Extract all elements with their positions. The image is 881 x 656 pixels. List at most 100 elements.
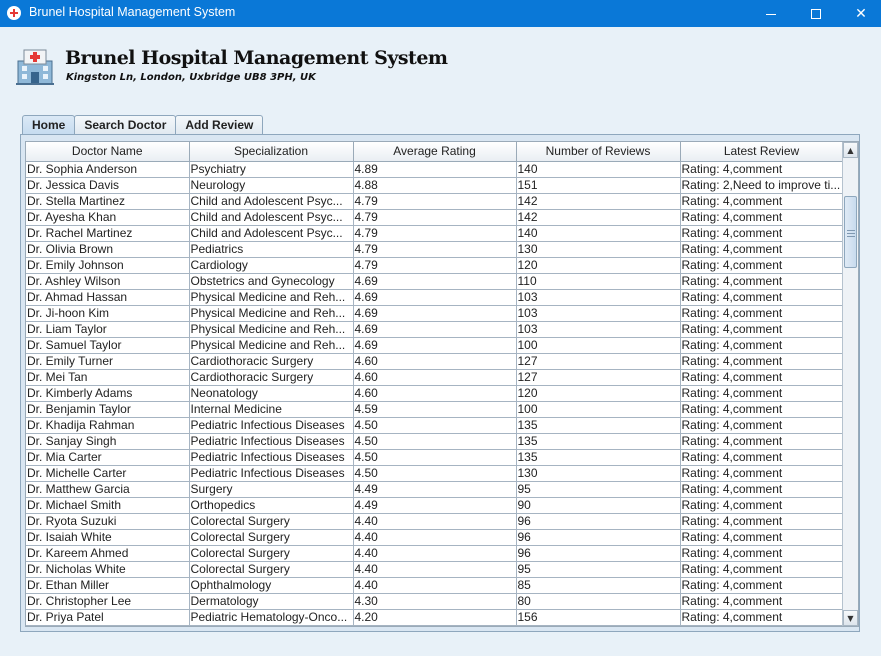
doctor-name-cell[interactable]: Dr. Olivia Brown bbox=[26, 241, 190, 258]
average-rating-cell[interactable]: 4.40 bbox=[353, 577, 517, 594]
doctor-name-cell[interactable]: Dr. Rachel Martinez bbox=[26, 225, 190, 242]
table-row[interactable]: Dr. Emily Johnson Cardiology 4.79 120 Rating… bbox=[26, 257, 844, 274]
table-row[interactable]: Dr. Michael Smith Orthopedics 4.49 90 Rating… bbox=[26, 497, 844, 514]
doctor-name-cell[interactable]: Dr. Nicholas White bbox=[26, 561, 190, 578]
specialization-cell[interactable]: Ophthalmology bbox=[189, 577, 354, 594]
table-row[interactable]: Dr. Jessica Davis Neurology 4.88 151 Rating:… bbox=[26, 177, 844, 194]
specialization-cell[interactable]: Child and Adolescent Psyc... bbox=[189, 225, 354, 242]
doctor-name-cell[interactable]: Dr. Ahmad Hassan bbox=[26, 289, 190, 306]
table-row[interactable]: Dr. Priya Patel Pediatric Hematology-Onco… bbox=[26, 609, 844, 626]
maximize-button[interactable] bbox=[793, 0, 839, 27]
table-row[interactable]: Dr. Sophia Anderson Psychiatry 4.89 140 Rati… bbox=[26, 161, 844, 178]
latest-review-cell[interactable]: Rating: 4,comment bbox=[680, 433, 844, 450]
review-count-cell[interactable]: 120 bbox=[516, 257, 681, 274]
review-count-cell[interactable]: 100 bbox=[516, 337, 681, 354]
specialization-cell[interactable]: Colorectal Surgery bbox=[189, 513, 354, 530]
review-count-cell[interactable]: 103 bbox=[516, 305, 681, 322]
column-header-average-rating[interactable]: Average Rating bbox=[353, 142, 517, 162]
doctor-name-cell[interactable]: Dr. Ethan Miller bbox=[26, 577, 190, 594]
review-count-cell[interactable]: 127 bbox=[516, 353, 681, 370]
minimize-button[interactable] bbox=[748, 0, 794, 27]
latest-review-cell[interactable]: Rating: 4,comment bbox=[680, 417, 844, 434]
specialization-cell[interactable]: Physical Medicine and Reh... bbox=[189, 289, 354, 306]
average-rating-cell[interactable]: 4.49 bbox=[353, 497, 517, 514]
doctor-name-cell[interactable]: Dr. Ayesha Khan bbox=[26, 209, 190, 226]
latest-review-cell[interactable]: Rating: 4,comment bbox=[680, 193, 844, 210]
specialization-cell[interactable]: Colorectal Surgery bbox=[189, 561, 354, 578]
doctor-name-cell[interactable]: Dr. Michelle Carter bbox=[26, 465, 190, 482]
average-rating-cell[interactable]: 4.60 bbox=[353, 369, 517, 386]
table-row[interactable]: Dr. Ashley Wilson Obstetrics and Gynecolo… bbox=[26, 273, 844, 290]
column-header-doctor-name[interactable]: Doctor Name bbox=[26, 142, 190, 162]
latest-review-cell[interactable]: Rating: 4,comment bbox=[680, 465, 844, 482]
average-rating-cell[interactable]: 4.89 bbox=[353, 161, 517, 178]
latest-review-cell[interactable]: Rating: 4,comment bbox=[680, 289, 844, 306]
review-count-cell[interactable]: 80 bbox=[516, 593, 681, 610]
latest-review-cell[interactable]: Rating: 4,comment bbox=[680, 369, 844, 386]
table-row[interactable]: Dr. Kareem Ahmed Colorectal Surgery 4.40 96… bbox=[26, 545, 844, 562]
latest-review-cell[interactable]: Rating: 4,comment bbox=[680, 273, 844, 290]
doctors-table-scroll-pane[interactable]: Doctor Name Specialization Average Ratin… bbox=[25, 141, 859, 627]
latest-review-cell[interactable]: Rating: 4,comment bbox=[680, 529, 844, 546]
specialization-cell[interactable]: Pediatric Infectious Diseases bbox=[189, 465, 354, 482]
average-rating-cell[interactable]: 4.50 bbox=[353, 433, 517, 450]
column-header-specialization[interactable]: Specialization bbox=[189, 142, 354, 162]
doctor-name-cell[interactable]: Dr. Emily Johnson bbox=[26, 257, 190, 274]
average-rating-cell[interactable]: 4.20 bbox=[353, 609, 517, 626]
review-count-cell[interactable]: 130 bbox=[516, 465, 681, 482]
review-count-cell[interactable]: 103 bbox=[516, 321, 681, 338]
review-count-cell[interactable]: 96 bbox=[516, 529, 681, 546]
specialization-cell[interactable]: Cardiothoracic Surgery bbox=[189, 353, 354, 370]
doctor-name-cell[interactable]: Dr. Ashley Wilson bbox=[26, 273, 190, 290]
specialization-cell[interactable]: Cardiology bbox=[189, 257, 354, 274]
doctor-name-cell[interactable]: Dr. Emily Turner bbox=[26, 353, 190, 370]
title-bar[interactable]: Brunel Hospital Management System ✕ bbox=[0, 0, 881, 27]
average-rating-cell[interactable]: 4.50 bbox=[353, 449, 517, 466]
latest-review-cell[interactable]: Rating: 4,comment bbox=[680, 385, 844, 402]
latest-review-cell[interactable]: Rating: 4,comment bbox=[680, 209, 844, 226]
doctor-name-cell[interactable]: Dr. Ji-hoon Kim bbox=[26, 305, 190, 322]
latest-review-cell[interactable]: Rating: 4,comment bbox=[680, 561, 844, 578]
doctor-name-cell[interactable]: Dr. Mei Tan bbox=[26, 369, 190, 386]
review-count-cell[interactable]: 142 bbox=[516, 209, 681, 226]
table-row[interactable]: Dr. Michelle Carter Pediatric Infectious … bbox=[26, 465, 844, 482]
review-count-cell[interactable]: 135 bbox=[516, 417, 681, 434]
average-rating-cell[interactable]: 4.79 bbox=[353, 193, 517, 210]
table-row[interactable]: Dr. Ayesha Khan Child and Adolescent Psyc… bbox=[26, 209, 844, 226]
review-count-cell[interactable]: 127 bbox=[516, 369, 681, 386]
average-rating-cell[interactable]: 4.69 bbox=[353, 305, 517, 322]
average-rating-cell[interactable]: 4.79 bbox=[353, 225, 517, 242]
average-rating-cell[interactable]: 4.40 bbox=[353, 513, 517, 530]
latest-review-cell[interactable]: Rating: 4,comment bbox=[680, 481, 844, 498]
average-rating-cell[interactable]: 4.59 bbox=[353, 401, 517, 418]
table-row[interactable]: Dr. Ji-hoon Kim Physical Medicine and Reh… bbox=[26, 305, 844, 322]
table-row[interactable]: Dr. Rachel Martinez Child and Adolescent … bbox=[26, 225, 844, 242]
doctor-name-cell[interactable]: Dr. Kimberly Adams bbox=[26, 385, 190, 402]
table-row[interactable]: Dr. Khadija Rahman Pediatric Infectious D… bbox=[26, 417, 844, 434]
average-rating-cell[interactable]: 4.88 bbox=[353, 177, 517, 194]
table-row[interactable]: Dr. Stella Martinez Child and Adolescent … bbox=[26, 193, 844, 210]
scroll-down-button[interactable]: ▼ bbox=[843, 610, 858, 626]
specialization-cell[interactable]: Pediatric Infectious Diseases bbox=[189, 449, 354, 466]
specialization-cell[interactable]: Physical Medicine and Reh... bbox=[189, 337, 354, 354]
review-count-cell[interactable]: 151 bbox=[516, 177, 681, 194]
tab-search-doctor[interactable]: Search Doctor bbox=[74, 115, 177, 135]
specialization-cell[interactable]: Psychiatry bbox=[189, 161, 354, 178]
specialization-cell[interactable]: Child and Adolescent Psyc... bbox=[189, 209, 354, 226]
doctor-name-cell[interactable]: Dr. Kareem Ahmed bbox=[26, 545, 190, 562]
specialization-cell[interactable]: Physical Medicine and Reh... bbox=[189, 321, 354, 338]
latest-review-cell[interactable]: Rating: 4,comment bbox=[680, 161, 844, 178]
tab-home[interactable]: Home bbox=[22, 115, 76, 135]
table-row[interactable]: Dr. Olivia Brown Pediatrics 4.79 130 Rating:… bbox=[26, 241, 844, 258]
specialization-cell[interactable]: Colorectal Surgery bbox=[189, 545, 354, 562]
latest-review-cell[interactable]: Rating: 4,comment bbox=[680, 609, 844, 626]
average-rating-cell[interactable]: 4.69 bbox=[353, 289, 517, 306]
doctor-name-cell[interactable]: Dr. Priya Patel bbox=[26, 609, 190, 626]
table-row[interactable]: Dr. Samuel Taylor Physical Medicine and R… bbox=[26, 337, 844, 354]
doctor-name-cell[interactable]: Dr. Benjamin Taylor bbox=[26, 401, 190, 418]
doctor-name-cell[interactable]: Dr. Ryota Suzuki bbox=[26, 513, 190, 530]
latest-review-cell[interactable]: Rating: 4,comment bbox=[680, 257, 844, 274]
specialization-cell[interactable]: Physical Medicine and Reh... bbox=[189, 305, 354, 322]
table-row[interactable]: Dr. Emily Turner Cardiothoracic Surgery 4.… bbox=[26, 353, 844, 370]
tab-add-review[interactable]: Add Review bbox=[175, 115, 264, 135]
